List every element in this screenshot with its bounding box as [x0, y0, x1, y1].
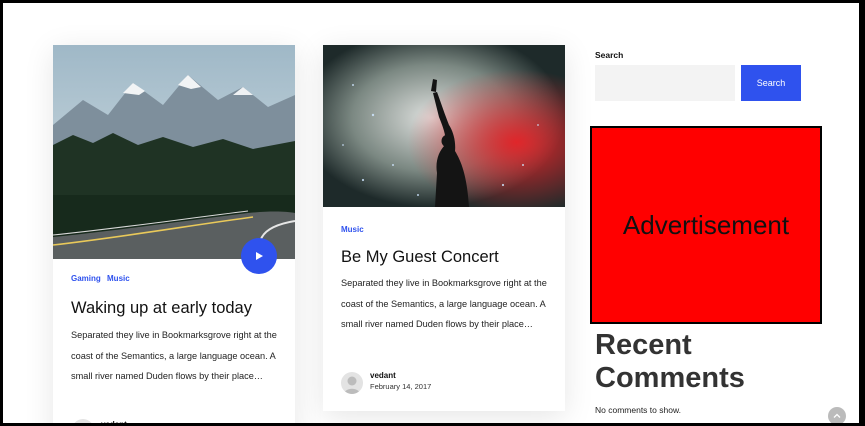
page-frame: Gaming Music Waking up at early today Se… — [3, 3, 859, 423]
post-title[interactable]: Waking up at early today — [71, 299, 252, 318]
search-label: Search — [595, 50, 624, 60]
post-author[interactable]: vedant — [370, 371, 396, 380]
post-thumbnail-mountain-road[interactable] — [53, 45, 295, 259]
no-comments-text: No comments to show. — [595, 405, 681, 415]
author-avatar — [341, 372, 363, 394]
post-card: Music Be My Guest Concert Separated they… — [323, 45, 565, 411]
post-excerpt: Separated they live in Bookmarksgrove ri… — [341, 278, 547, 329]
recent-comments-heading: Recent Comments — [595, 329, 745, 394]
search-button[interactable]: Search — [741, 65, 801, 101]
post-card: Gaming Music Waking up at early today Se… — [53, 45, 295, 423]
search-input[interactable] — [595, 65, 735, 101]
chevron-up-icon — [833, 413, 841, 418]
category-link[interactable]: Music — [107, 274, 130, 283]
user-avatar-icon — [72, 419, 94, 423]
play-icon — [256, 252, 263, 260]
category-link[interactable]: Gaming — [71, 274, 101, 283]
post-title[interactable]: Be My Guest Concert — [341, 248, 499, 267]
post-date[interactable]: February 14, 2017 — [370, 382, 431, 391]
scroll-to-top-button[interactable] — [828, 407, 846, 423]
post-thumbnail-concert[interactable] — [323, 45, 565, 207]
post-author[interactable]: vedant — [101, 420, 127, 423]
post-categories: Gaming Music — [71, 274, 134, 283]
advertisement-label: Advertisement — [622, 209, 790, 240]
play-button[interactable] — [241, 238, 277, 274]
post-excerpt: Separated they live in Bookmarksgrove ri… — [71, 330, 277, 381]
author-avatar — [72, 419, 94, 423]
advertisement-banner[interactable]: Advertisement — [590, 126, 822, 324]
post-categories: Music — [341, 225, 368, 234]
category-link[interactable]: Music — [341, 225, 364, 234]
user-avatar-icon — [344, 376, 360, 394]
